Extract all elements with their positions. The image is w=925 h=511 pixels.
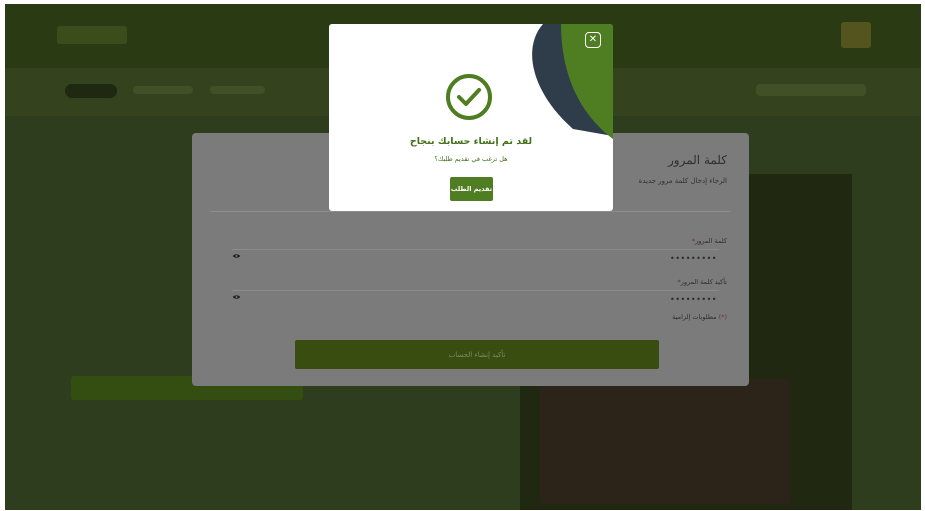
required-note-text: مطلوبات إلزامية [672,313,717,321]
password-value: ••••••••• [670,254,717,263]
confirm-password-input[interactable]: ••••••••• [232,290,719,307]
app-window: كلمة المرور الرجاء إدخال كلمة مرور جديدة… [5,4,921,510]
close-button[interactable]: ✕ [585,32,601,48]
nav-account [756,84,866,96]
header-badge [841,22,871,48]
eye-icon[interactable] [232,253,241,259]
confirm-create-account-button[interactable]: تأكيد إنشاء الحساب [295,340,659,369]
password-input[interactable]: ••••••••• [232,249,719,266]
nav-active-pill [65,84,117,98]
close-icon: ✕ [588,34,598,45]
eye-icon[interactable] [232,294,241,300]
confirm-password-label: تأكيد كلمة المرور* [675,278,727,286]
confirm-password-value: ••••••••• [670,295,717,304]
password-label-text: كلمة المرور [695,237,727,245]
nav-item [133,86,193,94]
background-image-detail [540,379,790,504]
form-title: كلمة المرور [667,153,727,167]
check-circle-icon [446,74,492,120]
confirm-label-text: تأكيد كلمة المرور [680,278,727,286]
submit-request-button[interactable]: تقديم الطلب [450,177,493,201]
password-label: كلمة المرور* [690,237,727,245]
modal-title: لقد تم إنشاء حسابك بنجاح [409,136,533,147]
form-subtitle: الرجاء إدخال كلمة مرور جديدة [638,177,727,185]
required-mark: (*) [718,313,727,321]
success-modal: ✕ لقد تم إنشاء حسابك بنجاح هل ترغب في تق… [329,24,613,211]
required-fields-note: (*) مطلوبات إلزامية [672,313,727,321]
form-divider [210,211,731,212]
site-logo [57,26,127,44]
nav-item [210,86,265,94]
modal-question: هل ترغب في تقديم طلبك؟ [434,155,508,163]
